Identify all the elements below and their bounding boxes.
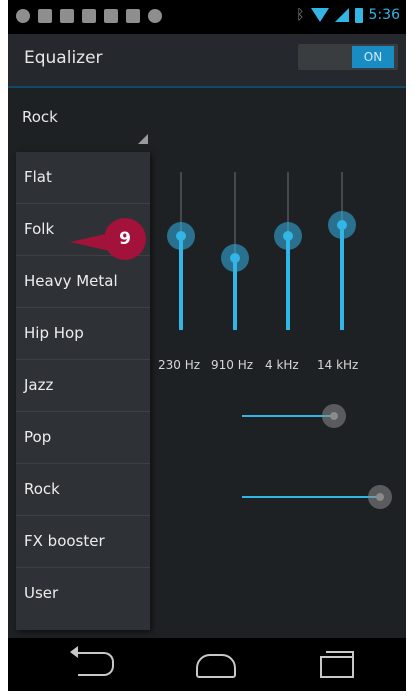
band-label-4khz: 4 kHz bbox=[265, 358, 299, 372]
page-title: Equalizer bbox=[24, 48, 103, 68]
battery-icon bbox=[354, 7, 363, 23]
band-thumb[interactable] bbox=[328, 211, 356, 239]
action-bar: Equalizer ON bbox=[8, 34, 406, 88]
effect-slider-thumb[interactable] bbox=[322, 404, 346, 428]
home-icon[interactable] bbox=[196, 654, 236, 678]
preset-option-pop[interactable]: Pop bbox=[16, 412, 150, 464]
preset-option-rock[interactable]: Rock bbox=[16, 464, 150, 516]
status-bar: ᛒ 5:36 bbox=[8, 0, 406, 34]
band-thumb[interactable] bbox=[167, 222, 195, 250]
cloud-icon bbox=[148, 9, 162, 23]
band-label-910hz: 910 Hz bbox=[211, 358, 254, 372]
sd-card-icon bbox=[82, 9, 96, 23]
preset-selected-label: Rock bbox=[22, 108, 58, 126]
toggle-on-label: ON bbox=[352, 46, 394, 68]
bag-icon bbox=[104, 9, 118, 23]
bag-icon bbox=[126, 9, 140, 23]
recent-apps-icon[interactable] bbox=[320, 651, 354, 678]
phone-screen: ᛒ 5:36 Equalizer ON Rock 230 Hz 910 Hz 4… bbox=[8, 0, 406, 691]
equalizer-toggle[interactable]: ON bbox=[298, 44, 398, 70]
band-thumb[interactable] bbox=[274, 222, 302, 250]
signal-icon bbox=[334, 8, 349, 22]
clock: 5:36 bbox=[368, 7, 400, 23]
preset-option-user[interactable]: User bbox=[16, 568, 150, 619]
chat-icon bbox=[60, 9, 74, 23]
preset-option-flat[interactable]: Flat bbox=[16, 152, 150, 204]
system-icons: ᛒ 5:36 bbox=[296, 7, 400, 23]
preset-spinner[interactable]: Rock bbox=[18, 104, 150, 148]
preset-option-heavy-metal[interactable]: Heavy Metal bbox=[16, 256, 150, 308]
navigation-bar bbox=[8, 638, 406, 691]
spinner-arrow-icon bbox=[138, 134, 148, 144]
effect-slider-thumb[interactable] bbox=[368, 485, 392, 509]
bluetooth-icon: ᛒ bbox=[296, 7, 305, 23]
preset-option-fx-booster[interactable]: FX booster bbox=[16, 516, 150, 568]
back-icon[interactable] bbox=[70, 646, 114, 676]
wifi-icon bbox=[310, 8, 329, 22]
preset-option-hip-hop[interactable]: Hip Hop bbox=[16, 308, 150, 360]
headset-icon bbox=[16, 9, 30, 23]
callout-badge: 9 bbox=[104, 218, 146, 260]
preset-option-jazz[interactable]: Jazz bbox=[16, 360, 150, 412]
mail-icon bbox=[38, 9, 52, 23]
band-label-14khz: 14 kHz bbox=[317, 358, 359, 372]
band-thumb[interactable] bbox=[221, 244, 249, 272]
notification-icons bbox=[16, 9, 162, 23]
band-label-230hz: 230 Hz bbox=[158, 358, 201, 372]
